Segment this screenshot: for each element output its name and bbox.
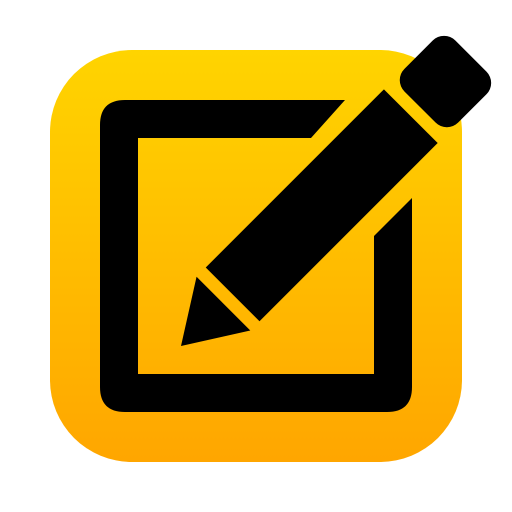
edit-pencil-square-icon[interactable] [0,0,512,512]
app-icon-canvas [0,0,512,512]
